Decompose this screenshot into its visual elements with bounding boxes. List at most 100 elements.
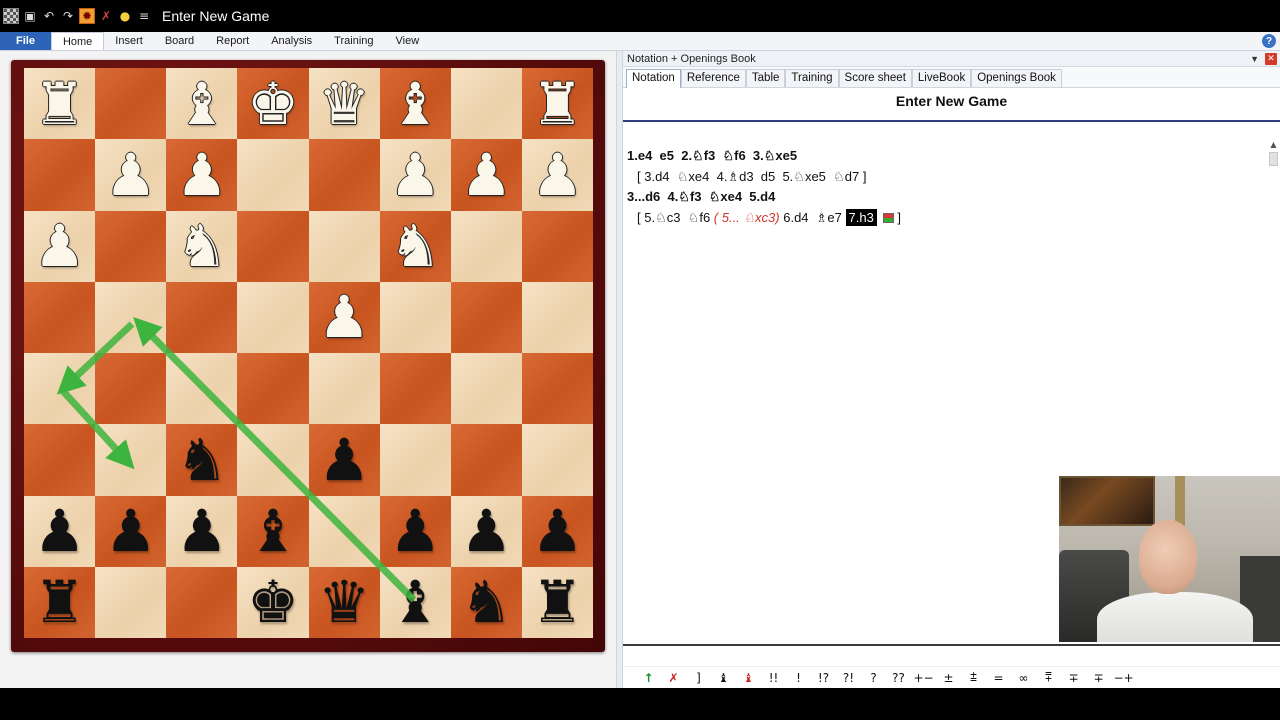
square-e6[interactable] bbox=[308, 210, 380, 282]
black-pawn-icon[interactable]: ♟ bbox=[34, 502, 86, 560]
engine-icon[interactable]: ✹ bbox=[79, 8, 95, 24]
white-pawn-icon[interactable]: ♟ bbox=[460, 146, 512, 204]
square-d1[interactable]: ♚ bbox=[237, 566, 309, 638]
square-c6[interactable]: ♞ bbox=[166, 210, 238, 282]
black-rook-icon[interactable]: ♜ bbox=[34, 573, 86, 631]
scroll-up-icon[interactable]: ▲ bbox=[1268, 140, 1279, 152]
annotation-button-9[interactable]: ? bbox=[861, 671, 886, 685]
square-c4[interactable] bbox=[166, 353, 238, 425]
pane-splitter[interactable] bbox=[616, 51, 623, 688]
square-e1[interactable]: ♛ bbox=[308, 566, 380, 638]
tab-report[interactable]: Report bbox=[205, 32, 260, 50]
square-c5[interactable] bbox=[166, 281, 238, 353]
square-e7[interactable] bbox=[308, 139, 380, 211]
help-icon[interactable]: ? bbox=[1262, 34, 1276, 48]
panel-close-icon[interactable]: ✕ bbox=[1265, 52, 1277, 65]
square-b7[interactable]: ♟ bbox=[95, 139, 167, 211]
square-d4[interactable] bbox=[237, 353, 309, 425]
more-icon[interactable]: ≡ bbox=[136, 8, 152, 24]
white-rook-icon[interactable]: ♜ bbox=[531, 75, 583, 133]
white-pawn-icon[interactable]: ♟ bbox=[531, 146, 583, 204]
tab-reference[interactable]: Reference bbox=[680, 69, 746, 87]
square-f1[interactable]: ♝ bbox=[379, 566, 451, 638]
square-c8[interactable]: ♝ bbox=[166, 68, 238, 140]
square-a3[interactable] bbox=[24, 424, 96, 496]
redo-icon[interactable]: ↷ bbox=[60, 8, 76, 24]
tab-view[interactable]: View bbox=[385, 32, 431, 50]
annotation-button-18[interactable]: ∓ bbox=[1086, 671, 1111, 685]
square-f8[interactable]: ♝ bbox=[379, 68, 451, 140]
variation-moves[interactable]: [ 5.♘c3 ♘f6 bbox=[637, 210, 714, 226]
square-g7[interactable]: ♟ bbox=[450, 139, 522, 211]
square-d3[interactable] bbox=[237, 424, 309, 496]
notation-mainline-2[interactable]: 3...d6 4.♘f3 ♘xe4 5.d4 bbox=[627, 187, 1264, 208]
square-b5[interactable] bbox=[95, 281, 167, 353]
black-pawn-icon[interactable]: ♟ bbox=[105, 502, 157, 560]
annotation-button-15[interactable]: ∞ bbox=[1011, 671, 1036, 685]
white-pawn-icon[interactable]: ♟ bbox=[318, 288, 370, 346]
black-bishop-icon[interactable]: ♝ bbox=[389, 573, 441, 631]
white-pawn-icon[interactable]: ♟ bbox=[176, 146, 228, 204]
square-g3[interactable] bbox=[450, 424, 522, 496]
square-g2[interactable]: ♟ bbox=[450, 495, 522, 567]
square-c3[interactable]: ♞ bbox=[166, 424, 238, 496]
tab-score-sheet[interactable]: Score sheet bbox=[838, 69, 912, 87]
subvariation[interactable]: ( 5... ♘xc3) bbox=[714, 210, 780, 226]
square-f7[interactable]: ♟ bbox=[379, 139, 451, 211]
black-bishop-icon[interactable]: ♝ bbox=[247, 502, 299, 560]
square-b1[interactable] bbox=[95, 566, 167, 638]
annotation-button-2[interactable]: ] bbox=[686, 671, 711, 685]
square-c2[interactable]: ♟ bbox=[166, 495, 238, 567]
square-h4[interactable] bbox=[521, 353, 593, 425]
white-rook-icon[interactable]: ♜ bbox=[34, 75, 86, 133]
scroll-thumb[interactable] bbox=[1269, 152, 1278, 166]
square-h7[interactable]: ♟ bbox=[521, 139, 593, 211]
annotation-button-5[interactable]: !! bbox=[761, 671, 786, 685]
square-g1[interactable]: ♞ bbox=[450, 566, 522, 638]
tab-training[interactable]: Training bbox=[785, 69, 839, 87]
square-g6[interactable] bbox=[450, 210, 522, 282]
tab-home[interactable]: Home bbox=[50, 32, 105, 50]
square-d2[interactable]: ♝ bbox=[237, 495, 309, 567]
square-h2[interactable]: ♟ bbox=[521, 495, 593, 567]
square-f2[interactable]: ♟ bbox=[379, 495, 451, 567]
annotation-button-7[interactable]: !? bbox=[811, 671, 836, 685]
tab-notation[interactable]: Notation bbox=[626, 69, 681, 88]
white-queen-icon[interactable]: ♛ bbox=[318, 75, 370, 133]
black-rook-icon[interactable]: ♜ bbox=[531, 573, 583, 631]
square-d8[interactable]: ♚ bbox=[237, 68, 309, 140]
tab-table[interactable]: Table bbox=[745, 69, 786, 87]
square-f3[interactable] bbox=[379, 424, 451, 496]
square-f5[interactable] bbox=[379, 281, 451, 353]
square-e2[interactable] bbox=[308, 495, 380, 567]
annotation-button-12[interactable]: ± bbox=[936, 671, 961, 685]
black-pawn-icon[interactable]: ♟ bbox=[318, 431, 370, 489]
white-knight-icon[interactable]: ♞ bbox=[176, 217, 228, 275]
square-b2[interactable]: ♟ bbox=[95, 495, 167, 567]
black-knight-icon[interactable]: ♞ bbox=[176, 431, 228, 489]
square-g4[interactable] bbox=[450, 353, 522, 425]
annotation-button-14[interactable]: = bbox=[986, 671, 1011, 685]
tab-file[interactable]: File bbox=[0, 32, 51, 50]
square-a6[interactable]: ♟ bbox=[24, 210, 96, 282]
square-b6[interactable] bbox=[95, 210, 167, 282]
tab-training[interactable]: Training bbox=[323, 32, 384, 50]
current-move[interactable]: 7.h3 bbox=[845, 209, 877, 227]
app-icon[interactable] bbox=[3, 8, 19, 24]
white-pawn-icon[interactable]: ♟ bbox=[34, 217, 86, 275]
save-icon[interactable]: ▣ bbox=[22, 8, 38, 24]
square-d7[interactable] bbox=[237, 139, 309, 211]
black-queen-icon[interactable]: ♛ bbox=[318, 573, 370, 631]
tab-livebook[interactable]: LiveBook bbox=[911, 69, 972, 87]
annotation-button-13[interactable]: ⩲ bbox=[961, 670, 986, 685]
square-a2[interactable]: ♟ bbox=[24, 495, 96, 567]
annotation-button-16[interactable]: ⩱ bbox=[1036, 670, 1061, 685]
annotation-button-1[interactable]: ✗ bbox=[661, 671, 686, 685]
close-engine-icon[interactable]: ✗ bbox=[98, 8, 114, 24]
square-e5[interactable]: ♟ bbox=[308, 281, 380, 353]
lightbulb-icon[interactable]: ● bbox=[117, 8, 133, 24]
square-f4[interactable] bbox=[379, 353, 451, 425]
annotation-button-4[interactable]: ♝ bbox=[736, 671, 761, 685]
square-e8[interactable]: ♛ bbox=[308, 68, 380, 140]
white-bishop-icon[interactable]: ♝ bbox=[389, 75, 441, 133]
